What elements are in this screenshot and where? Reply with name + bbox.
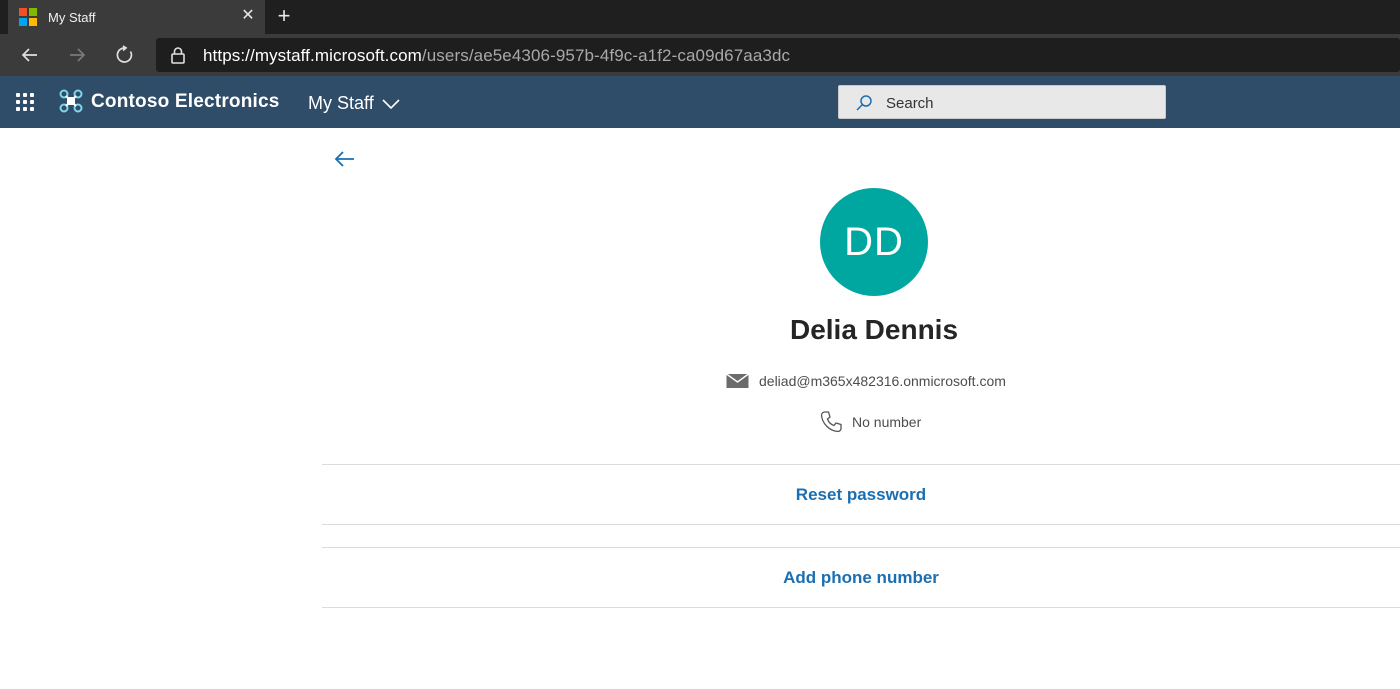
new-tab-button[interactable]: + bbox=[273, 4, 295, 28]
search-placeholder: Search bbox=[886, 95, 934, 112]
refresh-icon bbox=[116, 45, 133, 63]
contoso-logo-icon bbox=[59, 89, 83, 113]
close-tab-icon[interactable]: ✕ bbox=[239, 7, 257, 25]
phone-row: No number bbox=[820, 410, 921, 434]
search-icon bbox=[856, 95, 872, 111]
chevron-down-icon bbox=[382, 98, 400, 109]
divider bbox=[322, 607, 1400, 608]
browser-tab[interactable]: My Staff ✕ bbox=[8, 0, 265, 34]
app-name: My Staff bbox=[308, 93, 374, 113]
url-path: /users/ae5e4306-957b-4f9c-a1f2-ca09d67aa… bbox=[421, 46, 791, 65]
phone-text: No number bbox=[852, 414, 922, 430]
divider bbox=[322, 547, 1400, 548]
back-nav-button[interactable] bbox=[17, 42, 43, 68]
microsoft-logo-icon bbox=[19, 8, 37, 26]
arrow-left-icon bbox=[21, 48, 37, 62]
back-arrow-icon[interactable] bbox=[333, 148, 357, 170]
user-name: Delia Dennis bbox=[789, 314, 959, 345]
app-header: Contoso Electronics My Staff Search bbox=[0, 76, 1400, 128]
reset-password-button[interactable]: Reset password bbox=[322, 485, 1400, 505]
url-text: https://mystaff.microsoft.com/users/ae5e… bbox=[203, 46, 790, 66]
lock-icon bbox=[171, 47, 185, 64]
divider bbox=[322, 524, 1400, 525]
address-bar[interactable]: https://mystaff.microsoft.com/users/ae5e… bbox=[156, 38, 1400, 72]
refresh-button[interactable] bbox=[112, 42, 138, 68]
browser-tab-strip: My Staff ✕ + bbox=[0, 0, 1400, 34]
url-host: https://mystaff.microsoft.com bbox=[203, 46, 422, 65]
tab-title: My Staff bbox=[48, 9, 96, 25]
phone-icon bbox=[820, 411, 842, 433]
org-name: Contoso Electronics bbox=[91, 91, 280, 112]
app-launcher-icon[interactable] bbox=[16, 93, 34, 111]
divider bbox=[322, 464, 1400, 465]
browser-nav-bar: https://mystaff.microsoft.com/users/ae5e… bbox=[0, 34, 1400, 76]
app-switcher[interactable]: My Staff bbox=[308, 93, 400, 114]
search-box[interactable]: Search bbox=[838, 85, 1166, 119]
add-phone-number-button[interactable]: Add phone number bbox=[322, 568, 1400, 588]
forward-nav-button[interactable] bbox=[64, 42, 90, 68]
mail-icon bbox=[726, 373, 749, 388]
email-text: deliad@m365x482316.onmicrosoft.com bbox=[759, 373, 1006, 389]
email-row: deliad@m365x482316.onmicrosoft.com bbox=[726, 373, 1006, 389]
avatar: DD bbox=[820, 188, 928, 296]
arrow-right-icon bbox=[70, 48, 86, 62]
